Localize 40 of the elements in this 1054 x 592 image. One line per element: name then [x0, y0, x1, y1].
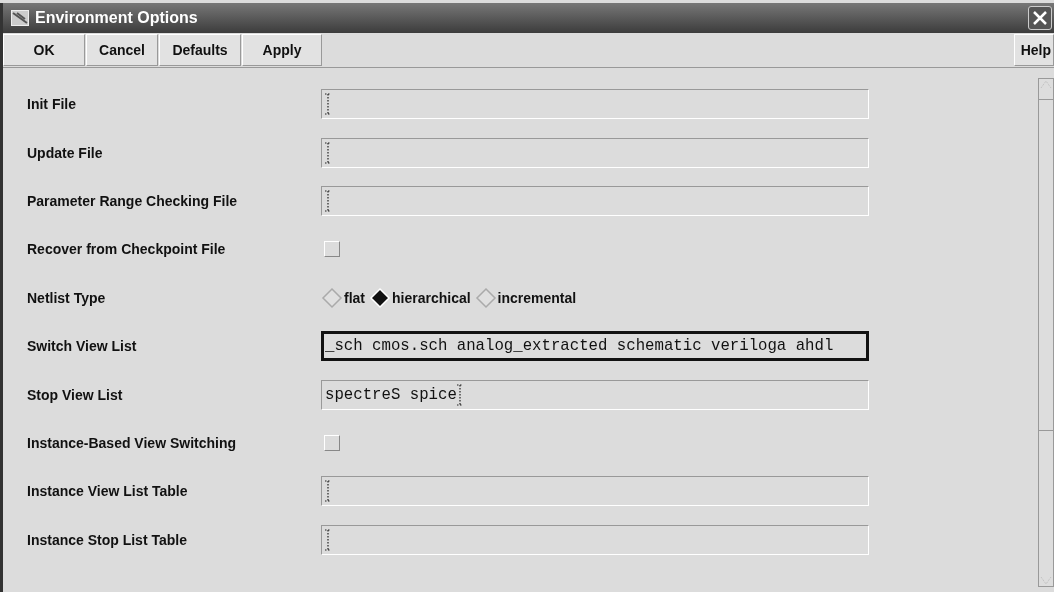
text-cursor-icon: [325, 480, 331, 503]
toolbar-button[interactable]: Cancel: [86, 34, 158, 66]
text-cursor-icon: [325, 528, 331, 551]
field-label: Recover from Checkpoint File: [27, 241, 227, 258]
field-value: spectreS spice: [325, 385, 457, 404]
window-icon: [11, 10, 29, 26]
field-label: Stop View List: [27, 386, 124, 403]
text-cursor-icon: [325, 93, 331, 116]
window-title: Environment Options: [35, 9, 199, 27]
text-field[interactable]: [321, 89, 869, 120]
help-button[interactable]: Help: [1013, 34, 1054, 66]
text-field[interactable]: [321, 476, 869, 507]
radio-label: flat: [344, 289, 365, 306]
toolbar-button[interactable]: Apply: [242, 34, 322, 66]
text-field[interactable]: [321, 137, 869, 168]
checkbox[interactable]: [324, 434, 340, 451]
close-icon[interactable]: [1028, 6, 1052, 30]
text-field[interactable]: _sch cmos.sch analog_extracted schematic veriloga ahdl: [321, 331, 869, 362]
radio-button[interactable]: [474, 286, 497, 309]
field-label: Netlist Type: [27, 289, 107, 306]
field-label: Init File: [27, 96, 77, 113]
text-cursor-icon: [325, 141, 331, 164]
checkbox[interactable]: [324, 241, 340, 258]
text-field[interactable]: [321, 185, 869, 216]
field-label: Switch View List: [27, 338, 138, 355]
field-label: Instance View List Table: [27, 483, 189, 500]
field-label: Parameter Range Checking File: [27, 192, 239, 209]
radio-label: hierarchical: [392, 289, 471, 306]
field-label: Update File: [27, 144, 104, 161]
text-cursor-icon: [456, 383, 463, 406]
text-cursor-icon: [325, 189, 331, 212]
field-label: Instance Stop List Table: [27, 531, 188, 548]
toolbar-button[interactable]: OK: [3, 34, 85, 66]
field-value: _sch cmos.sch analog_extracted schematic veriloga ahdl: [325, 337, 834, 356]
radio-label: incremental: [497, 289, 577, 306]
field-label: Instance-Based View Switching: [27, 434, 238, 451]
text-field[interactable]: spectreS spice: [321, 379, 869, 410]
text-field[interactable]: [321, 524, 869, 555]
toolbar-button[interactable]: Defaults: [159, 34, 241, 66]
radio-button[interactable]: [321, 286, 343, 309]
